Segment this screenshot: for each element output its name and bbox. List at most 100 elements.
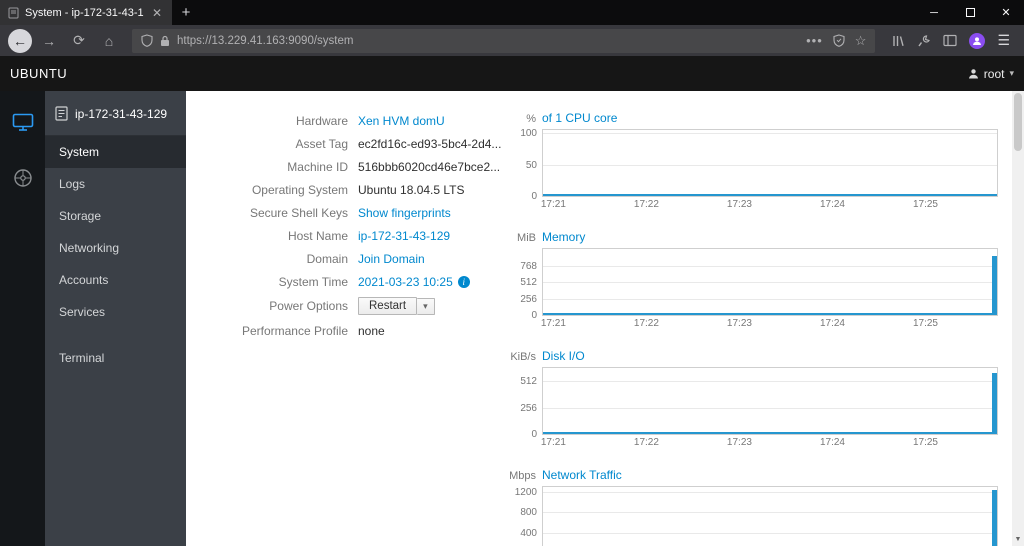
reload-button[interactable]: ⟳ — [66, 28, 92, 54]
tab-close-icon[interactable]: ✕ — [150, 6, 164, 20]
chart-unit-label: % — [526, 113, 536, 125]
forward-button[interactable]: → — [36, 28, 62, 54]
chart-gridline — [543, 381, 997, 383]
chart-gridline — [543, 512, 997, 514]
close-button[interactable]: ✕ — [988, 0, 1024, 25]
host-name-row: Host Name ip-172-31-43-129 — [200, 228, 504, 243]
chart-title-link[interactable]: of 1 CPU core — [542, 111, 617, 125]
x-tick-label: 17:24 — [819, 437, 845, 448]
y-tick-label: 0 — [531, 310, 537, 321]
page-actions-icon[interactable]: ••• — [806, 33, 823, 48]
y-tick-label: 1200 — [514, 487, 537, 499]
menu-icon[interactable]: ☰ — [997, 32, 1010, 49]
x-tick-label: 17:21 — [540, 199, 566, 210]
user-icon — [968, 69, 978, 79]
join-domain-link[interactable]: Join Domain — [358, 252, 425, 266]
hardware-link[interactable]: Xen HVM domU — [358, 114, 445, 128]
tools-icon[interactable] — [917, 34, 931, 48]
cluster-icon[interactable] — [0, 161, 45, 195]
user-menu[interactable]: root ▾ — [968, 67, 1014, 81]
machine-id-row: Machine ID 516bbb6020cd46e7bce2... — [200, 159, 504, 174]
host-header[interactable]: ip-172-31-43-129 — [45, 91, 186, 136]
sidebar-item-services[interactable]: Services — [45, 296, 186, 328]
charts-column: % of 1 CPU core 100 50 0 17:21 17:22 17:23 17:24… — [504, 91, 1012, 546]
host-name-label: ip-172-31-43-129 — [75, 106, 168, 121]
chart-title-link[interactable]: Memory — [542, 230, 585, 244]
sidebar-item-logs[interactable]: Logs — [45, 168, 186, 200]
field-label: Hardware — [295, 113, 348, 128]
permissions-shield-icon[interactable] — [833, 34, 845, 47]
x-tick-label: 17:23 — [726, 318, 752, 329]
sidebar-item-accounts[interactable]: Accounts — [45, 264, 186, 296]
tracking-protection-shield-icon[interactable] — [141, 34, 153, 47]
sidebar-item-storage[interactable]: Storage — [45, 200, 186, 232]
maximize-button[interactable] — [952, 0, 988, 25]
scrollbar-thumb[interactable] — [1014, 93, 1022, 151]
browser-tab[interactable]: System - ip-172-31-43-129 ✕ — [0, 0, 172, 25]
system-time-row: System Time 2021-03-23 10:25 i — [200, 274, 504, 289]
y-tick-label: 100 — [520, 128, 537, 140]
lock-icon[interactable] — [160, 35, 170, 47]
x-axis-labels: 17:21 17:22 17:23 17:24 17:25 — [540, 197, 998, 210]
x-axis-labels: 17:21 17:22 17:23 17:24 17:25 — [540, 435, 998, 448]
chart-gridline — [543, 492, 997, 494]
url-bar[interactable]: https://13.229.41.163:9090/system ••• ☆ — [132, 28, 876, 53]
field-label: Machine ID — [287, 159, 348, 174]
chart-title-link[interactable]: Disk I/O — [542, 349, 585, 363]
info-icon[interactable]: i — [457, 275, 470, 288]
chevron-down-icon: ▾ — [1009, 68, 1014, 78]
chart-plot-area: 1200 800 400 — [515, 486, 998, 546]
y-tick-label: 512 — [520, 277, 537, 288]
x-tick-label: 17:23 — [726, 199, 752, 210]
home-button[interactable]: ⌂ — [96, 28, 122, 54]
field-label: Operating System — [251, 182, 348, 197]
chart-series-line — [543, 432, 997, 434]
chart-spike — [992, 373, 997, 434]
domain-row: Domain Join Domain — [200, 251, 504, 266]
minimize-button[interactable]: ─ — [916, 0, 952, 25]
new-tab-button[interactable]: + — [172, 0, 200, 25]
sidebar-item-system[interactable]: System — [45, 136, 186, 168]
restart-button[interactable]: Restart — [358, 297, 418, 315]
chart-title-link[interactable]: Network Traffic — [542, 468, 622, 482]
sidebar-toggle-icon[interactable] — [943, 34, 958, 47]
host-name-link[interactable]: ip-172-31-43-129 — [358, 229, 450, 243]
page-scrollbar[interactable]: ▼ — [1012, 91, 1024, 546]
x-tick-label: 17:25 — [912, 318, 938, 329]
system-page: Hardware Xen HVM domU Asset Tag ec2fd16c… — [186, 91, 1024, 546]
y-tick-label: 0 — [531, 191, 537, 202]
field-label: Secure Shell Keys — [249, 205, 348, 220]
account-avatar-icon[interactable] — [969, 32, 986, 49]
operating-system-value: Ubuntu 18.04.5 LTS — [358, 182, 465, 197]
server-icon — [55, 106, 68, 121]
chart-header: Mbps Network Traffic — [504, 468, 998, 483]
host-icon-strip — [0, 91, 45, 546]
field-label: System Time — [278, 274, 348, 289]
y-tick-label: 768 — [520, 260, 537, 272]
browser-toolbar-icons: ☰ — [891, 32, 1010, 49]
field-label: Host Name — [287, 228, 348, 243]
y-tick-label: 50 — [525, 159, 537, 171]
chart-gridline — [543, 282, 997, 283]
asset-tag-value: ec2fd16c-ed93-5bc4-2d4... — [358, 136, 502, 151]
scrollbar-down-arrow-icon[interactable]: ▼ — [1012, 533, 1024, 546]
sidebar-item-networking[interactable]: Networking — [45, 232, 186, 264]
bookmark-star-icon[interactable]: ☆ — [855, 33, 867, 49]
library-icon[interactable] — [891, 34, 905, 48]
show-fingerprints-link[interactable]: Show fingerprints — [358, 206, 451, 220]
system-time-link[interactable]: 2021-03-23 10:25 — [358, 275, 453, 289]
performance-profile-value: none — [358, 323, 385, 338]
chart-header: MiB Memory — [504, 230, 998, 245]
cockpit-masthead: UBUNTU root ▾ — [0, 56, 1024, 91]
url-text[interactable]: https://13.229.41.163:9090/system — [177, 35, 799, 47]
power-button-group: Restart ▾ — [358, 297, 435, 315]
sidebar-item-terminal[interactable]: Terminal — [45, 342, 186, 374]
chart-unit-label: MiB — [517, 232, 536, 244]
back-button[interactable]: ← — [8, 28, 32, 53]
y-tick-label: 256 — [520, 293, 537, 305]
x-tick-label: 17:21 — [540, 437, 566, 448]
restart-dropdown-button[interactable]: ▾ — [417, 298, 435, 315]
x-axis-labels: 17:21 17:22 17:23 17:24 17:25 — [541, 316, 998, 329]
host-system-icon[interactable] — [0, 105, 45, 139]
x-tick-label: 17:22 — [633, 199, 659, 210]
